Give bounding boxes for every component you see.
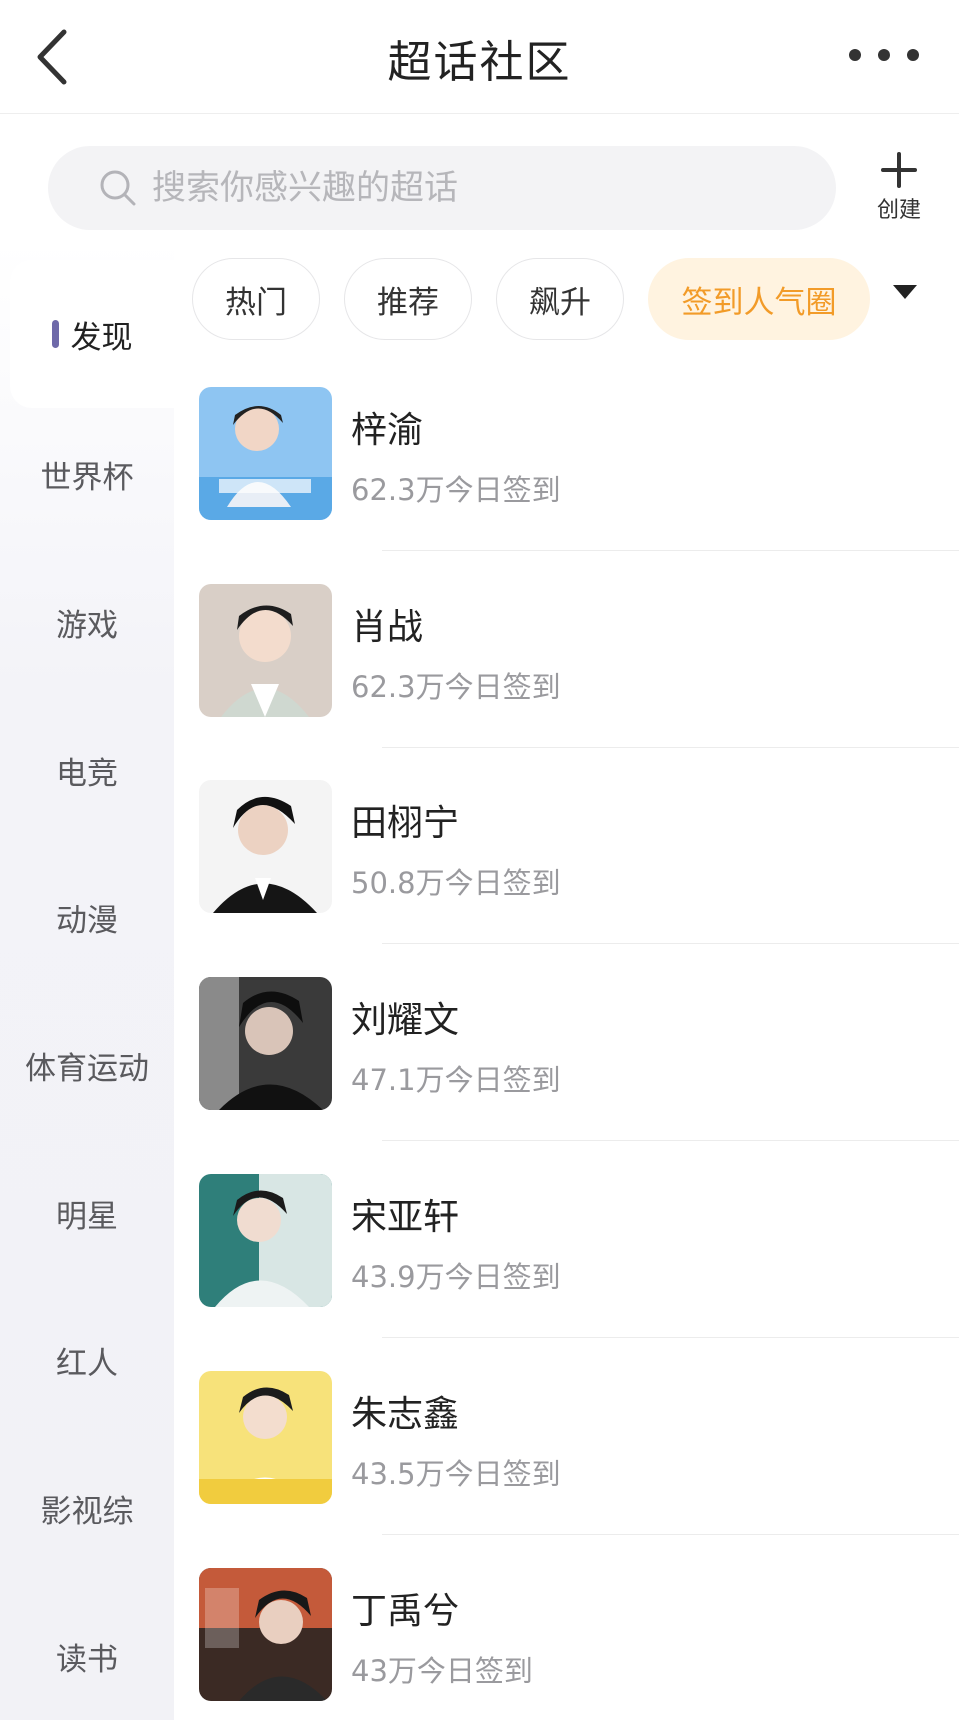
avatar <box>199 584 332 717</box>
checkin-count: 43.9万今日签到 <box>351 1260 561 1294</box>
sidebar-item-label: 红人 <box>56 1345 118 1382</box>
sidebar-item-label: 游戏 <box>56 607 118 644</box>
avatar <box>199 977 332 1110</box>
avatar <box>199 1174 332 1307</box>
sidebar-item-anime[interactable]: 动漫 <box>0 843 174 991</box>
topic-name: 宋亚轩 <box>351 1197 460 1238</box>
divider <box>382 1140 959 1141</box>
list-item[interactable]: 朱志鑫 43.5万今日签到 <box>174 1371 959 1567</box>
chip-checkin-popular[interactable]: 签到人气圈 <box>648 258 870 340</box>
divider <box>382 1534 959 1535</box>
sidebar-item-games[interactable]: 游戏 <box>0 548 174 696</box>
sidebar-item-influencers[interactable]: 红人 <box>0 1286 174 1434</box>
sidebar-item-label: 动漫 <box>56 902 118 939</box>
avatar <box>199 1371 332 1504</box>
checkin-count: 43.5万今日签到 <box>351 1457 561 1491</box>
topic-name: 梓渝 <box>351 410 424 451</box>
sidebar-item-label: 影视综 <box>40 1493 134 1530</box>
topic-name: 丁禹兮 <box>351 1591 460 1632</box>
topic-name: 肖战 <box>351 607 424 648</box>
topic-name: 刘耀文 <box>351 1000 460 1041</box>
active-indicator <box>51 320 59 348</box>
divider <box>382 747 959 748</box>
list-item[interactable]: 宋亚轩 43.9万今日签到 <box>174 1174 959 1370</box>
caret-down-icon[interactable] <box>890 280 920 304</box>
sidebar-item-discover[interactable]: 发现 <box>10 260 174 408</box>
page-title: 超话社区 <box>387 37 572 88</box>
list-item[interactable]: 肖战 62.3万今日签到 <box>174 584 959 780</box>
avatar <box>199 780 332 913</box>
sidebar-item-label: 体育运动 <box>25 1050 149 1087</box>
more-dot <box>907 49 919 61</box>
divider <box>382 550 959 551</box>
avatar <box>199 1568 332 1701</box>
more-dots-icon <box>849 49 861 61</box>
top-bar: 超话社区 <box>0 0 959 114</box>
list-item[interactable]: 梓渝 62.3万今日签到 <box>174 387 959 583</box>
checkin-count: 43万今日签到 <box>351 1654 533 1688</box>
sidebar-item-film-tv[interactable]: 影视综 <box>0 1434 174 1582</box>
plus-icon <box>881 152 917 188</box>
list-item[interactable]: 刘耀文 47.1万今日签到 <box>174 977 959 1173</box>
checkin-count: 47.1万今日签到 <box>351 1063 561 1097</box>
sidebar-item-label: 发现 <box>70 319 133 356</box>
list-item[interactable]: 田栩宁 50.8万今日签到 <box>174 780 959 976</box>
topic-name: 田栩宁 <box>351 803 460 844</box>
list-item[interactable]: 丁禹兮 43万今日签到 <box>174 1568 959 1720</box>
divider <box>382 1337 959 1338</box>
more-options-button[interactable] <box>849 40 919 70</box>
sidebar-item-esports[interactable]: 电竞 <box>0 696 174 844</box>
sidebar-item-stars[interactable]: 明星 <box>0 1139 174 1287</box>
checkin-count: 62.3万今日签到 <box>351 473 561 507</box>
sidebar-item-sports[interactable]: 体育运动 <box>0 991 174 1139</box>
category-sidebar: 发现 世界杯 游戏 电竞 动漫 体育运动 明星 红人 影视综 读书 <box>0 240 174 1720</box>
more-dot <box>878 49 890 61</box>
sidebar-item-label: 明星 <box>56 1198 118 1235</box>
create-button[interactable]: 创建 <box>864 150 934 230</box>
sidebar-item-label: 世界杯 <box>40 459 134 496</box>
checkin-count: 50.8万今日签到 <box>351 866 561 900</box>
sidebar-item-label: 读书 <box>56 1641 118 1678</box>
avatar <box>199 387 332 520</box>
chip-rising[interactable]: 飙升 <box>496 258 624 340</box>
chip-hot[interactable]: 热门 <box>192 258 320 340</box>
search-bar[interactable] <box>48 146 836 230</box>
checkin-count: 62.3万今日签到 <box>351 670 561 704</box>
sidebar-item-world-cup[interactable]: 世界杯 <box>0 400 174 548</box>
search-input[interactable] <box>152 146 812 230</box>
sidebar-item-label: 电竞 <box>56 755 118 792</box>
divider <box>382 943 959 944</box>
chip-recommended[interactable]: 推荐 <box>344 258 472 340</box>
topic-name: 朱志鑫 <box>351 1394 460 1435</box>
create-label: 创建 <box>876 198 921 223</box>
search-icon <box>100 170 136 206</box>
sidebar-item-books[interactable]: 读书 <box>0 1582 174 1720</box>
